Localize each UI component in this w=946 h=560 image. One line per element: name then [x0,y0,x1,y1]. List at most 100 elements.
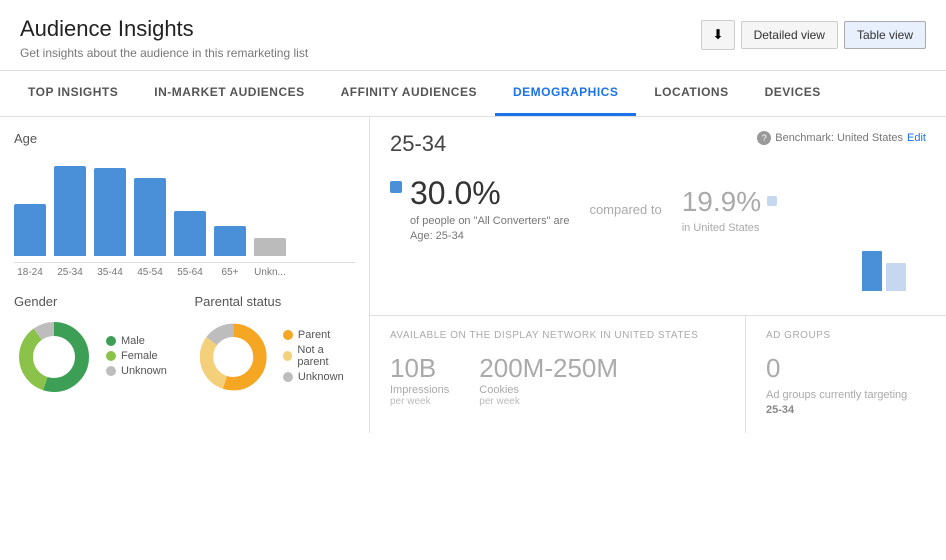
stat-secondary-dot [767,196,777,206]
parental-donut-container: Parent Not a parent Unknown [195,317,356,397]
detailed-view-button[interactable]: Detailed view [741,21,838,49]
tab-in-market[interactable]: IN-MARKET AUDIENCES [136,71,322,116]
impressions-label: Impressions [390,384,449,396]
mini-bar-2 [886,263,906,291]
gender-donut-container: Male Female Unknown [14,317,175,397]
gender-legend-unknown: Unknown [106,365,167,377]
mini-bar-chart [842,251,926,301]
female-dot [106,351,116,361]
header-left: Audience Insights Get insights about the… [20,16,308,60]
age-bar-Unkn...[interactable] [254,238,286,256]
female-label: Female [121,350,158,362]
age-bar-25-34[interactable] [54,166,86,256]
gender-section: Gender Male [14,294,175,397]
parent-dot [283,330,293,340]
tab-locations[interactable]: LOCATIONS [636,71,746,116]
table-view-button[interactable]: Table view [844,21,926,49]
cookies-value: 200M-250M [479,353,618,384]
male-dot [106,336,116,346]
stats-row: 30.0% of people on "All Converters" are … [390,175,926,245]
cookies-label: Cookies [479,384,618,396]
metrics-row: 10B Impressions per week 200M-250M Cooki… [390,353,725,407]
right-panel: 25-34 ? Benchmark: United States Edit 30… [370,117,946,433]
parental-unknown-dot [283,372,293,382]
right-top: 25-34 ? Benchmark: United States Edit 30… [370,117,946,316]
gender-donut [14,317,94,397]
parent-label: Parent [298,329,330,341]
tab-affinity[interactable]: AFFINITY AUDIENCES [323,71,495,116]
age-bar-55-64[interactable] [174,211,206,256]
parental-legend-parent: Parent [283,329,355,341]
not-parent-dot [283,351,293,361]
gender-title: Gender [14,294,175,309]
bar-label-55-64: 55-64 [174,267,206,278]
age-bar-45-54[interactable] [134,178,166,256]
secondary-description: in United States [682,222,761,234]
gender-legend-male: Male [106,335,167,347]
bar-axis [14,262,355,263]
impressions-value: 10B [390,353,449,384]
right-bottom: AVAILABLE ON THE DISPLAY NETWORK IN UNIT… [370,316,946,433]
tab-devices[interactable]: DEVICES [747,71,839,116]
nav-tabs: TOP INSIGHTS IN-MARKET AUDIENCES AFFINIT… [0,71,946,117]
display-network-section: AVAILABLE ON THE DISPLAY NETWORK IN UNIT… [370,316,746,433]
main-content: Age 18-2425-3435-4445-5455-6465+Unkn... … [0,117,946,433]
tab-demographics[interactable]: DEMOGRAPHICS [495,71,636,116]
benchmark-icon: ? [757,131,771,145]
parental-legend: Parent Not a parent Unknown [283,329,355,386]
parental-unknown-label: Unknown [298,371,344,383]
bar-labels: 18-2425-3435-4445-5455-6465+Unkn... [14,267,355,278]
age-section-title: Age [14,131,355,146]
left-panel: Age 18-2425-3435-4445-5455-6465+Unkn... … [0,117,370,433]
bar-label-18-24: 18-24 [14,267,46,278]
gender-legend: Male Female Unknown [106,335,167,380]
stat-secondary-values: 19.9% in United States [682,186,761,234]
bar-label-25-34: 25-34 [54,267,86,278]
ad-groups-section: AD GROUPS 0 Ad groups currently targetin… [746,316,946,433]
not-parent-label: Not a parent [297,344,355,368]
cookies-metric: 200M-250M Cookies per week [479,353,618,407]
parental-donut [195,317,271,397]
impressions-metric: 10B Impressions per week [390,353,449,407]
compared-to-text: compared to [589,202,661,217]
stat-main-values: 30.0% of people on "All Converters" are … [410,175,569,245]
parental-legend-not-parent: Not a parent [283,344,355,368]
ad-groups-value: 0 [766,353,926,384]
bottom-left: Gender Male [14,294,355,397]
parental-legend-unknown: Unknown [283,371,355,383]
parental-title: Parental status [195,294,356,309]
page-title: Audience Insights [20,16,308,42]
tab-top-insights[interactable]: TOP INSIGHTS [10,71,136,116]
download-button[interactable]: ⬇ [701,20,734,50]
bar-label-65+: 65+ [214,267,246,278]
selected-age-label: 25-34 [390,131,446,157]
edit-link[interactable]: Edit [907,132,926,144]
stat-main-dot [390,181,402,193]
age-bar-18-24[interactable] [14,204,46,256]
cookies-sub: per week [479,396,618,407]
mini-bar-1 [862,251,882,291]
age-bar-chart [14,156,355,256]
main-percentage: 30.0% [410,175,569,212]
page-subtitle: Get insights about the audience in this … [20,46,308,60]
page-header: Audience Insights Get insights about the… [0,0,946,71]
age-bar-65+[interactable] [214,226,246,256]
gender-unknown-dot [106,366,116,376]
network-section-label: AVAILABLE ON THE DISPLAY NETWORK IN UNIT… [390,330,725,341]
stat-main: 30.0% of people on "All Converters" are … [390,175,569,245]
bar-label-45-54: 45-54 [134,267,166,278]
gender-legend-female: Female [106,350,167,362]
age-bar-35-44[interactable] [94,168,126,256]
stat-secondary: 19.9% in United States [682,186,777,234]
ad-groups-desc: Ad groups currently targeting 25-34 [766,388,926,419]
benchmark-label: Benchmark: United States [775,132,903,144]
benchmark-row: ? Benchmark: United States Edit [757,131,926,145]
secondary-percentage: 19.9% [682,186,761,218]
main-description: of people on "All Converters" are Age: 2… [410,214,569,245]
gender-unknown-label: Unknown [121,365,167,377]
bar-label-Unkn...: Unkn... [254,267,286,278]
header-right: ⬇ Detailed view Table view [701,20,926,50]
ad-groups-label: AD GROUPS [766,330,926,341]
parental-section: Parental status Parent [195,294,356,397]
impressions-sub: per week [390,396,449,407]
